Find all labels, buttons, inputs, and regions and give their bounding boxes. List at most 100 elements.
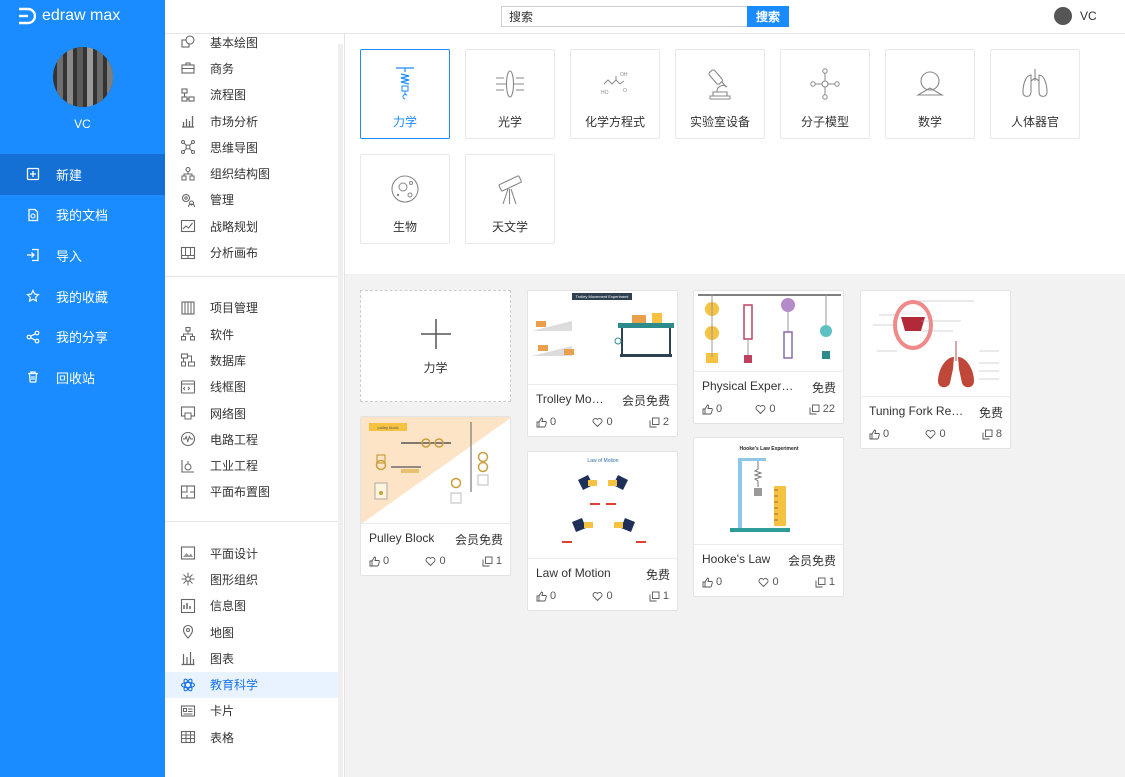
category-software[interactable]: 软件 <box>165 321 338 347</box>
favorites[interactable]: 0 <box>592 416 613 428</box>
category-map[interactable]: 地图 <box>165 619 338 645</box>
new-blank-template[interactable]: 力学 <box>360 290 511 402</box>
template-card-tuning-fork[interactable]: Tuning Fork Resonance 免费 0 0 8 <box>860 290 1011 449</box>
subcategory-label: 生物 <box>392 220 417 234</box>
likes[interactable]: 0 <box>369 555 389 567</box>
category-strategy[interactable]: 战略规划 <box>165 213 338 239</box>
nav-item-trash[interactable]: 回收站 <box>0 357 165 398</box>
card-icon <box>180 705 196 717</box>
heart-icon <box>926 429 936 439</box>
copies[interactable]: 22 <box>809 403 835 415</box>
subcategory-mathematics[interactable]: 数学 <box>885 49 975 139</box>
microscope-icon <box>708 69 731 100</box>
category-graphic-organizer[interactable]: 图形组织 <box>165 566 338 592</box>
category-divider <box>165 275 338 277</box>
template-card-hookes-law[interactable]: Hooke's Law Experiment Hooke's Law 会员免费 … <box>693 437 844 597</box>
category-divider <box>165 521 338 523</box>
category-mindmap[interactable]: 思维导图 <box>165 134 338 160</box>
favorites[interactable]: 0 <box>755 403 776 415</box>
template-name: Physical Experiment <box>702 379 794 393</box>
favorites[interactable]: 0 <box>592 590 613 602</box>
category-tables[interactable]: 表格 <box>165 724 338 750</box>
template-stats: 0 0 2 <box>528 409 677 436</box>
category-market-analysis[interactable]: 市场分析 <box>165 108 338 134</box>
category-floor-plan[interactable]: 平面布置图 <box>165 479 338 505</box>
user-avatar[interactable] <box>53 47 113 107</box>
top-user-name[interactable]: VC <box>1080 9 1097 23</box>
app-logo[interactable]: edraw max <box>16 7 120 25</box>
likes[interactable]: 0 <box>536 590 556 602</box>
search-button[interactable]: 搜索 <box>747 6 789 27</box>
category-cards[interactable]: 卡片 <box>165 698 338 724</box>
category-database[interactable]: 数据库 <box>165 347 338 373</box>
template-card-physical-experiment[interactable]: Physical Experiment 免费 0 0 22 <box>693 290 844 424</box>
subcategory-lab-equipment[interactable]: 实验室设备 <box>675 49 765 139</box>
chart-icon <box>181 652 195 666</box>
category-network[interactable]: 网络图 <box>165 400 338 426</box>
category-charts[interactable]: 图表 <box>165 645 338 671</box>
favorites-count: 0 <box>606 590 613 602</box>
template-name: Hooke's Law <box>702 552 771 566</box>
favorites-count: 0 <box>606 416 613 428</box>
category-business[interactable]: 商务 <box>165 55 338 81</box>
template-card-trolley-movement[interactable]: Trolley Movement Experiment Trolley Move… <box>527 290 678 437</box>
subcategory-mechanics[interactable]: 力学 <box>360 49 450 139</box>
template-card-pulley-block[interactable]: pulley block Pulley Block 会员免费 0 0 1 <box>360 416 511 576</box>
copies-count: 1 <box>495 555 502 567</box>
category-scrollbar[interactable] <box>338 44 343 777</box>
subcategory-biology[interactable]: 生物 <box>360 154 450 244</box>
template-badge: 会员免费 <box>787 554 836 568</box>
new-file-icon <box>26 168 40 181</box>
likes[interactable]: 0 <box>869 428 889 440</box>
category-project-management[interactable]: 项目管理 <box>165 295 338 321</box>
likes[interactable]: 0 <box>702 576 722 588</box>
category-label: 图形组织 <box>210 572 259 587</box>
template-card-law-of-motion[interactable]: Law of Motion Law of Motion 免费 0 0 1 <box>527 451 678 611</box>
copy-icon <box>815 577 826 587</box>
favorites[interactable]: 0 <box>925 428 946 440</box>
nav-item-new[interactable]: 新建 <box>0 154 165 195</box>
likes[interactable]: 0 <box>536 416 556 428</box>
subcategory-chemical-equations[interactable]: HO OH O 化学方程式 <box>570 49 660 139</box>
top-user-avatar[interactable] <box>1054 7 1072 25</box>
favorites[interactable]: 0 <box>758 576 779 588</box>
nav-item-favorites[interactable]: 我的收藏 <box>0 276 165 317</box>
copies[interactable]: 2 <box>649 416 669 428</box>
nav-item-my-documents[interactable]: 我的文档 <box>0 195 165 236</box>
copy-icon <box>809 404 820 414</box>
category-label: 软件 <box>210 327 235 342</box>
nav-item-share[interactable]: 我的分享 <box>0 316 165 357</box>
copies[interactable]: 8 <box>982 428 1002 440</box>
category-flowchart[interactable]: 流程图 <box>165 82 338 108</box>
copies[interactable]: 1 <box>482 555 502 567</box>
thumbs-up-icon <box>869 429 880 439</box>
copies[interactable]: 1 <box>815 576 835 588</box>
category-education-science[interactable]: 教育科学 <box>165 671 338 698</box>
thumb-title: Trolley Movement Experiment <box>576 294 630 299</box>
subcategory-optics[interactable]: 光学 <box>465 49 555 139</box>
category-analysis-canvas[interactable]: 分析画布 <box>165 239 338 265</box>
category-org-chart[interactable]: 组织结构图 <box>165 160 338 186</box>
subcategory-molecular-models[interactable]: 分子模型 <box>780 49 870 139</box>
copies[interactable]: 1 <box>649 590 669 602</box>
category-label: 数据库 <box>210 353 247 368</box>
category-management[interactable]: 管理 <box>165 187 338 213</box>
category-industrial[interactable]: 工业工程 <box>165 452 338 478</box>
category-label: 工业工程 <box>210 459 259 474</box>
likes[interactable]: 0 <box>702 403 722 415</box>
svg-text:O: O <box>623 88 627 94</box>
subcategory-panel: 力学 光学 HO OH O 化学方程式 实验室设备 分子模型 数学 人体器官 生物 <box>345 34 1125 274</box>
category-circuit[interactable]: 电路工程 <box>165 426 338 452</box>
subcategory-astronomy[interactable]: 天文学 <box>465 154 555 244</box>
category-basic-drawing[interactable]: 基本绘图 <box>165 34 338 55</box>
category-wireframe[interactable]: 线框图 <box>165 374 338 400</box>
category-graphic-design[interactable]: 平面设计 <box>165 540 338 566</box>
search-input[interactable] <box>501 6 747 27</box>
heart-icon <box>426 556 436 566</box>
subcategory-human-organs[interactable]: 人体器官 <box>990 49 1080 139</box>
favorites[interactable]: 0 <box>425 555 446 567</box>
nav-item-import[interactable]: 导入 <box>0 235 165 276</box>
template-stats: 0 0 1 <box>694 569 843 596</box>
category-infographic[interactable]: 信息图 <box>165 593 338 619</box>
pulley-block-thumbnail: pulley block <box>361 417 510 523</box>
